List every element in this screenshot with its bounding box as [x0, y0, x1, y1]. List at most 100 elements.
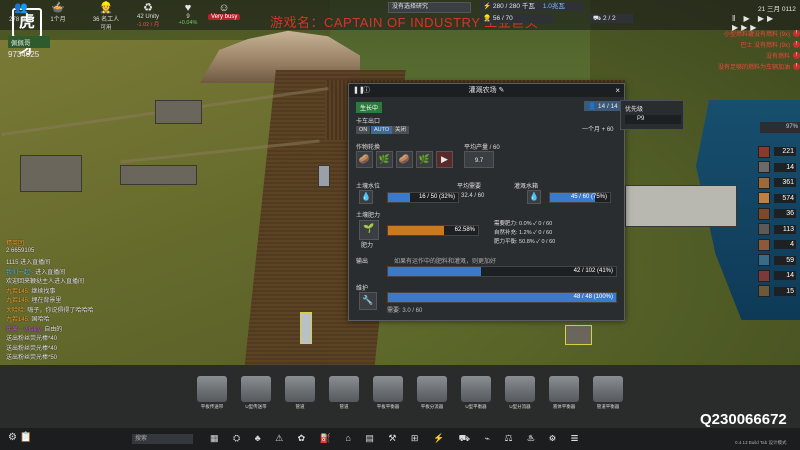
truck-label: 卡车出口 — [356, 119, 381, 125]
workers-icon: 👷 — [99, 2, 113, 14]
workers-count: 14 / 14 — [597, 103, 618, 110]
avg-yield-value: 9.7 — [464, 151, 494, 168]
notification-item[interactable]: 巴士 没有燃料 (9x)! — [690, 39, 800, 50]
game-date: 21 三月 0112 — [758, 6, 796, 13]
unity-icon: ♻ — [143, 2, 153, 14]
chat-message: 伴果 - Vitality: 自由的 — [6, 324, 246, 334]
stat-workers[interactable]: 👷 36 名工人 可用 — [90, 2, 122, 31]
chat-message: 送出粉丝荧光棒*40 — [6, 343, 246, 353]
build-item[interactable]: U型平衡器 — [454, 376, 498, 410]
stat-unity[interactable]: ♻ 42 Unity -1.02 / 月 — [132, 2, 164, 28]
workers-indicator[interactable]: 👷 56 / 70 — [480, 14, 553, 23]
notification-item[interactable]: 没有足够的燃料为车辆加油! — [690, 61, 800, 72]
cargo-indicator[interactable]: ⛟ 2 / 2 — [590, 14, 633, 23]
toggle-off[interactable]: 关闭 — [392, 126, 410, 134]
chat-text: 送出粉丝荧光棒*40 — [6, 336, 58, 342]
resource-item[interactable]: 15 — [758, 284, 798, 300]
crop-slot-potato[interactable]: 🥔 — [356, 151, 373, 168]
resource-item[interactable]: 361 — [758, 175, 798, 191]
happiness-icon: ☺ — [218, 2, 230, 14]
build-item[interactable]: U型传送带 — [234, 376, 278, 410]
bar-text: 62.58% — [454, 227, 475, 233]
status-badge: 生长中 — [356, 102, 383, 113]
toggle-on[interactable]: ON — [356, 126, 371, 134]
build-item-label: 管道平衡器 — [596, 404, 620, 409]
resource-icon — [758, 269, 770, 282]
resource-value: 361 — [774, 178, 796, 188]
toggle-auto[interactable]: AUTO — [371, 126, 393, 134]
building-storage[interactable] — [120, 165, 197, 185]
resource-item[interactable]: 574 — [758, 191, 798, 207]
close-icon[interactable]: × — [615, 84, 620, 97]
crop-slot-grass[interactable]: 🌿 — [376, 151, 393, 168]
crop-slot-grass[interactable]: 🌿 — [416, 151, 433, 168]
build-item[interactable]: 管道 — [278, 376, 322, 410]
priority-panel: 优先级 P9 — [620, 100, 684, 130]
resource-value: 574 — [774, 193, 796, 203]
resource-icon — [758, 223, 770, 236]
build-item-label: U型分流器 — [509, 404, 531, 409]
build-item[interactable]: 液体平衡器 — [542, 376, 586, 410]
resource-value: 4 — [774, 240, 796, 250]
power-indicator[interactable]: ⚡ 280 / 280 千瓦 1.0兆瓦 — [480, 2, 583, 11]
building-port[interactable] — [625, 185, 737, 227]
chat-username: 九若145: — [6, 298, 30, 304]
building-factory[interactable] — [20, 155, 82, 192]
build-item-icon — [285, 376, 315, 402]
resource-icon — [758, 176, 770, 189]
stat-label: 36 名工人 — [92, 17, 120, 23]
notification-text: 小型燃料罐没有燃料 (9x) — [723, 32, 790, 38]
avg-yield-number: 9.7 — [474, 158, 484, 164]
build-item[interactable]: 管道平衡器 — [586, 376, 630, 410]
build-item[interactable]: 平板传送带 — [190, 376, 234, 410]
build-item[interactable]: 管道 — [322, 376, 366, 410]
stat-health[interactable]: ♥ 9 +0.04% — [172, 2, 204, 26]
resource-item[interactable]: 221 — [758, 144, 798, 160]
workers-badge[interactable]: 👤 14 / 14 — [584, 101, 622, 111]
stat-happiness[interactable]: ☺ Very busy — [208, 2, 241, 20]
build-item[interactable]: 平板平衡器 — [366, 376, 410, 410]
water-drop-icon: 💧 — [359, 190, 373, 204]
build-item[interactable]: 平板分流器 — [410, 376, 454, 410]
notification-text: 巴士 没有燃料 (9x) — [740, 43, 790, 49]
stat-label: 1个月 — [50, 17, 66, 23]
notification-item[interactable]: 小型燃料罐没有燃料 (9x)! — [690, 28, 800, 39]
stat-food[interactable]: 🍲 1个月 — [42, 2, 74, 23]
settings-icon[interactable]: ⚙ 📋 — [8, 432, 32, 443]
resource-header[interactable]: 97% — [760, 122, 800, 133]
resource-item[interactable]: 14 — [758, 160, 798, 176]
crop-slot-empty[interactable]: ▶ — [436, 151, 453, 168]
resource-item[interactable]: 4 — [758, 237, 798, 253]
chat-text: 国哈哈 — [29, 317, 50, 323]
category-toolbar[interactable]: ▦ ⛭ ♣ ⚠ ✿ ⛽ ⌂ ▤ ⚒ ⊞ ⚡ ⛟ ⌁ ⚖ ♨ ⚙ ☰ — [210, 433, 584, 445]
crop-slot-potato[interactable]: 🥔 — [396, 151, 413, 168]
vehicle-truck[interactable] — [318, 165, 330, 187]
vehicle-tractor[interactable] — [300, 312, 312, 344]
stat-population[interactable]: 👥 278 居民 — [5, 2, 37, 23]
resource-item[interactable]: 59 — [758, 253, 798, 269]
notification-item[interactable]: 没有燃料! — [690, 50, 800, 61]
dialog-title: 灌溉农场 — [468, 87, 497, 94]
build-item-label: U型平衡器 — [465, 404, 487, 409]
priority-select[interactable]: P9 — [625, 115, 681, 124]
per-month-label: 一个月 + 60 — [582, 127, 614, 133]
maintenance-label: 维护 — [356, 286, 369, 292]
building-warehouse[interactable] — [155, 100, 202, 124]
resource-item[interactable]: 14 — [758, 268, 798, 284]
search-input[interactable]: 搜索 — [132, 434, 193, 444]
rotation-label: 作物轮换 — [356, 145, 381, 151]
research-button[interactable]: 没有选择研究 — [388, 2, 471, 13]
info-icon[interactable]: ⓘ — [363, 84, 370, 97]
chat-username: 伴果 - Vitality: — [6, 326, 43, 333]
population-icon: 👥 — [14, 2, 28, 14]
resource-value: 14 — [774, 162, 796, 172]
building-depot[interactable] — [565, 325, 592, 345]
build-item-label: 管道 — [295, 404, 305, 409]
water-demand-value: 32.4 / 60 — [461, 193, 485, 199]
resource-icon — [758, 161, 770, 174]
chat-username: 九若145: — [6, 317, 30, 323]
chat-text: 埋在背景里 — [29, 298, 62, 304]
build-item[interactable]: U型分流器 — [498, 376, 542, 410]
resource-item[interactable]: 36 — [758, 206, 798, 222]
resource-item[interactable]: 113 — [758, 222, 798, 238]
